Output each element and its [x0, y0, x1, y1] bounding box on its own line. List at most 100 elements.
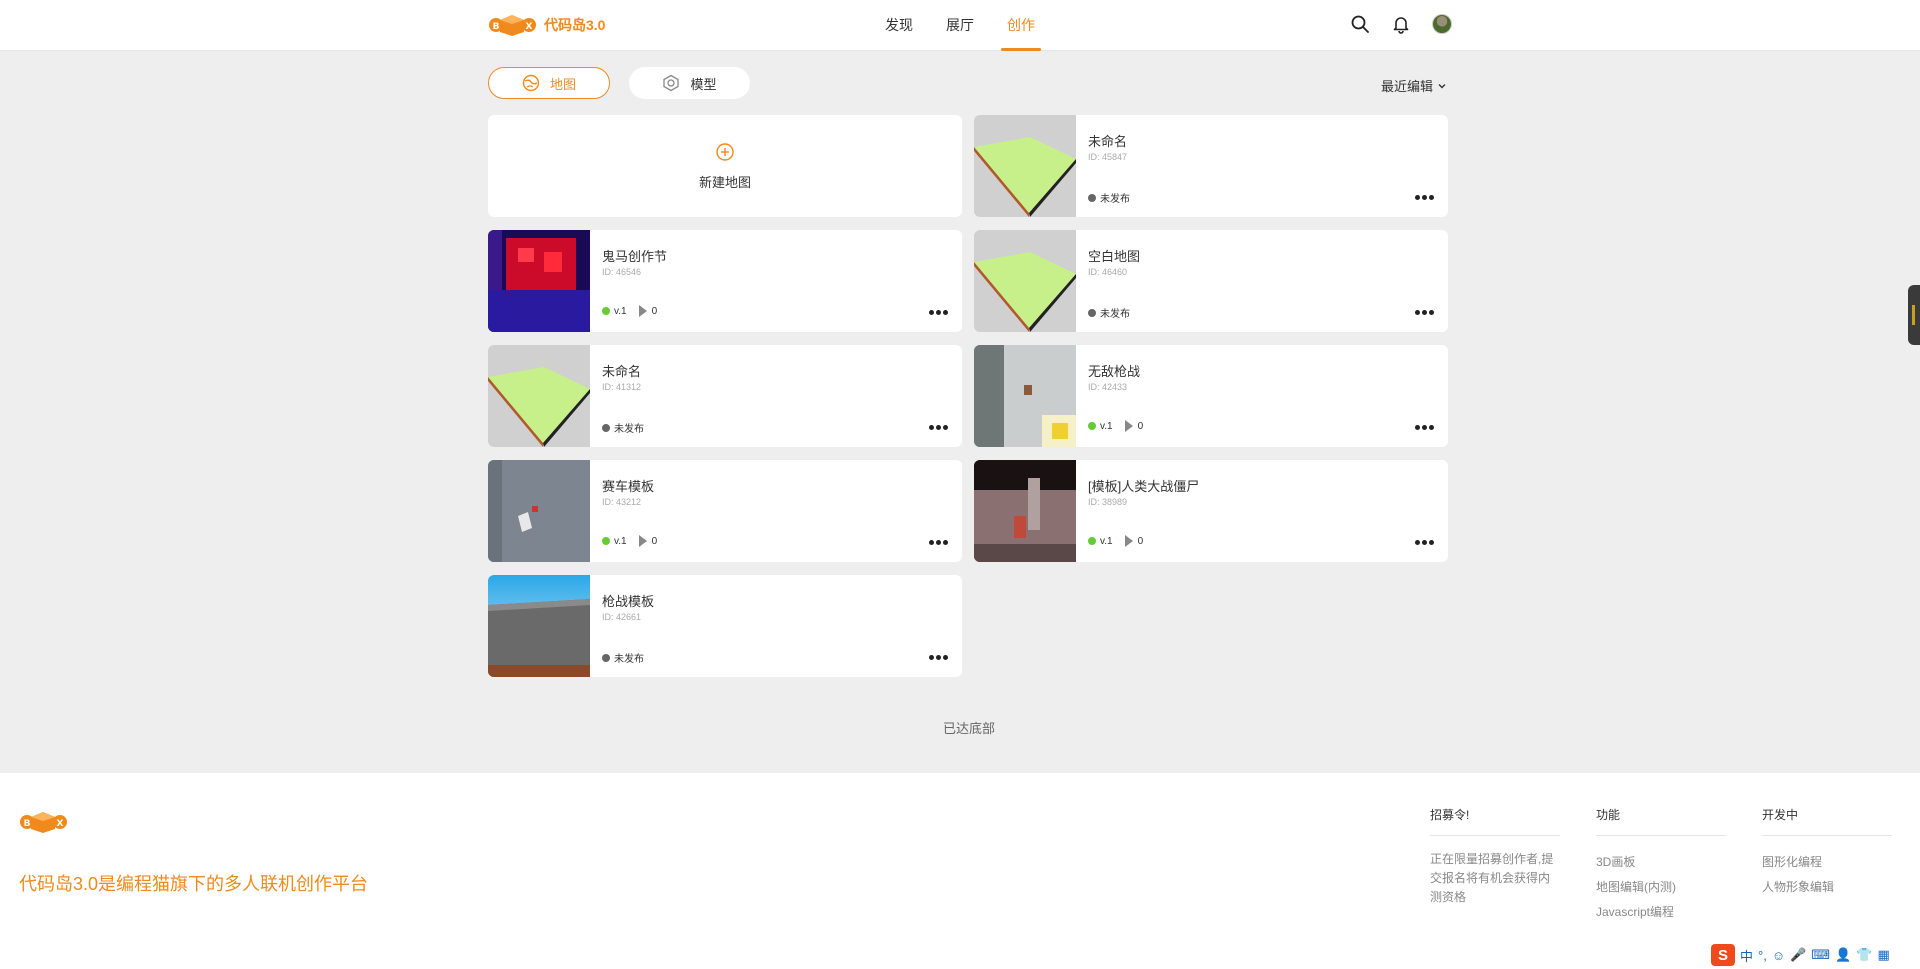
status-dot [1088, 537, 1096, 545]
footer-link[interactable]: 地图编辑(内测) [1596, 875, 1726, 900]
tab-model[interactable]: 模型 [629, 67, 750, 99]
cube-icon [663, 74, 680, 92]
map-status: 未发布 [602, 650, 644, 665]
more-options-button[interactable] [1413, 308, 1436, 317]
play-icon [638, 305, 647, 317]
footer-col-title: 开发中 [1762, 806, 1892, 836]
map-thumbnail [974, 230, 1076, 332]
nav-gallery[interactable]: 展厅 [946, 0, 974, 51]
keyboard-icon[interactable]: ⌨ [1811, 947, 1830, 963]
grid-icon[interactable]: ▦ [1877, 947, 1889, 963]
svg-text:X: X [526, 22, 533, 32]
sogou-ime-icon[interactable]: S [1711, 944, 1735, 966]
more-options-button[interactable] [1413, 193, 1436, 202]
map-id: ID: 46546 [602, 267, 642, 277]
more-options-button[interactable] [927, 538, 950, 547]
tab-map[interactable]: 地图 [488, 67, 610, 99]
emoji-icon[interactable]: ☺ [1772, 948, 1785, 963]
map-thumbnail [488, 575, 590, 677]
app-logo[interactable]: B X 代码岛3.0 [488, 13, 605, 37]
end-of-list-text: 已达底部 [943, 721, 996, 736]
user-avatar[interactable] [1432, 14, 1452, 34]
user-icon[interactable]: 👤 [1835, 947, 1851, 963]
play-count: 0 [1137, 535, 1144, 547]
chevron-down-icon [1438, 83, 1446, 88]
play-icon [1124, 535, 1133, 547]
top-header: B X 代码岛3.0 发现 展厅 创作 [0, 0, 1920, 51]
sort-label: 最近编辑 [1381, 79, 1434, 94]
status-dot [602, 537, 610, 545]
map-status: 未发布 [602, 420, 644, 435]
skin-icon[interactable]: 👕 [1856, 947, 1872, 963]
footer-link[interactable]: 人物形象编辑 [1762, 875, 1892, 900]
sort-dropdown[interactable]: 最近编辑 [1381, 76, 1447, 95]
more-options-button[interactable] [1413, 423, 1436, 432]
map-card[interactable]: 赛车模板 ID: 43212 v.1 0 [488, 460, 962, 562]
status-dot [1088, 193, 1096, 202]
status-text: 未发布 [614, 424, 644, 435]
map-status: v.1 0 [1088, 420, 1143, 432]
map-id: ID: 43212 [602, 497, 642, 507]
status-dot [1088, 422, 1096, 430]
map-title: 无敌枪战 [1088, 364, 1141, 379]
map-status: v.1 0 [602, 535, 657, 547]
map-id: ID: 38989 [1088, 497, 1128, 507]
map-id: ID: 42433 [1088, 382, 1128, 392]
map-card[interactable]: 未命名 ID: 45847 未发布 [974, 115, 1448, 217]
nav-discover[interactable]: 发现 [885, 0, 913, 51]
map-id: ID: 42661 [602, 612, 642, 622]
play-icon [1124, 420, 1133, 432]
footer-link[interactable]: 图形化编程 [1762, 850, 1892, 875]
status-text: 未发布 [614, 654, 644, 665]
status-dot [602, 307, 610, 315]
footer-col-title: 招募令! [1430, 806, 1560, 836]
footer-slogan: 代码岛3.0是编程猫旗下的多人联机创作平台 [19, 874, 369, 894]
map-card[interactable]: 未命名 ID: 41312 未发布 [488, 345, 962, 447]
status-dot [602, 653, 610, 662]
map-status: v.1 0 [1088, 535, 1143, 547]
bell-icon[interactable] [1391, 14, 1411, 34]
map-title: 未命名 [602, 364, 642, 379]
footer-logo-icon: B X [20, 812, 67, 833]
map-title: 枪战模板 [602, 594, 655, 609]
map-status: v.1 0 [602, 305, 657, 317]
ime-mode[interactable]: 中 [1740, 946, 1753, 965]
map-card[interactable]: 空白地图 ID: 46460 未发布 [974, 230, 1448, 332]
map-status: 未发布 [1088, 305, 1130, 320]
footer-col-title: 功能 [1596, 806, 1726, 836]
microphone-icon[interactable]: 🎤 [1790, 947, 1806, 963]
map-id: ID: 45847 [1088, 152, 1128, 162]
status-text: v.1 [614, 305, 627, 317]
ime-toolbar[interactable]: S 中 °, ☺ 🎤 ⌨ 👤 👕 ▦ [1711, 944, 1890, 966]
status-dot [602, 423, 610, 432]
more-options-button[interactable] [1413, 538, 1436, 547]
map-card[interactable]: 鬼马创作节 ID: 46546 v.1 0 [488, 230, 962, 332]
map-status: 未发布 [1088, 190, 1130, 205]
map-card[interactable]: 枪战模板 ID: 42661 未发布 [488, 575, 962, 677]
map-card[interactable]: 无敌枪战 ID: 42433 v.1 0 [974, 345, 1448, 447]
plus-circle-icon [716, 142, 734, 161]
new-map-card[interactable]: 新建地图 [488, 115, 962, 217]
map-thumbnail [488, 230, 590, 332]
svg-text:B: B [493, 22, 500, 32]
map-card[interactable]: [模板]人类大战僵尸 ID: 38989 v.1 0 [974, 460, 1448, 562]
punctuation-icon[interactable]: °, [1758, 948, 1767, 963]
more-options-button[interactable] [927, 423, 950, 432]
more-options-button[interactable] [927, 653, 950, 662]
footer-link[interactable]: Javascript编程 [1596, 900, 1726, 925]
map-title: 赛车模板 [602, 479, 655, 494]
search-icon[interactable] [1350, 14, 1370, 34]
map-id: ID: 46460 [1088, 267, 1128, 277]
new-map-label: 新建地图 [698, 174, 751, 190]
footer-link[interactable]: 3D画板 [1596, 850, 1726, 875]
map-title: [模板]人类大战僵尸 [1088, 479, 1200, 494]
footer-col-recruit: 招募令! 正在限量招募创作者,提交报名将有机会获得内测资格 [1430, 806, 1560, 907]
nav-create[interactable]: 创作 [1001, 0, 1041, 51]
play-count: 0 [651, 305, 658, 317]
status-text: v.1 [1100, 420, 1113, 432]
side-panel-handle[interactable] [1908, 285, 1920, 345]
map-thumbnail [974, 115, 1076, 217]
header-actions [1350, 14, 1452, 34]
more-options-button[interactable] [927, 308, 950, 317]
footer-col-dev: 开发中 图形化编程 人物形象编辑 [1762, 806, 1892, 900]
